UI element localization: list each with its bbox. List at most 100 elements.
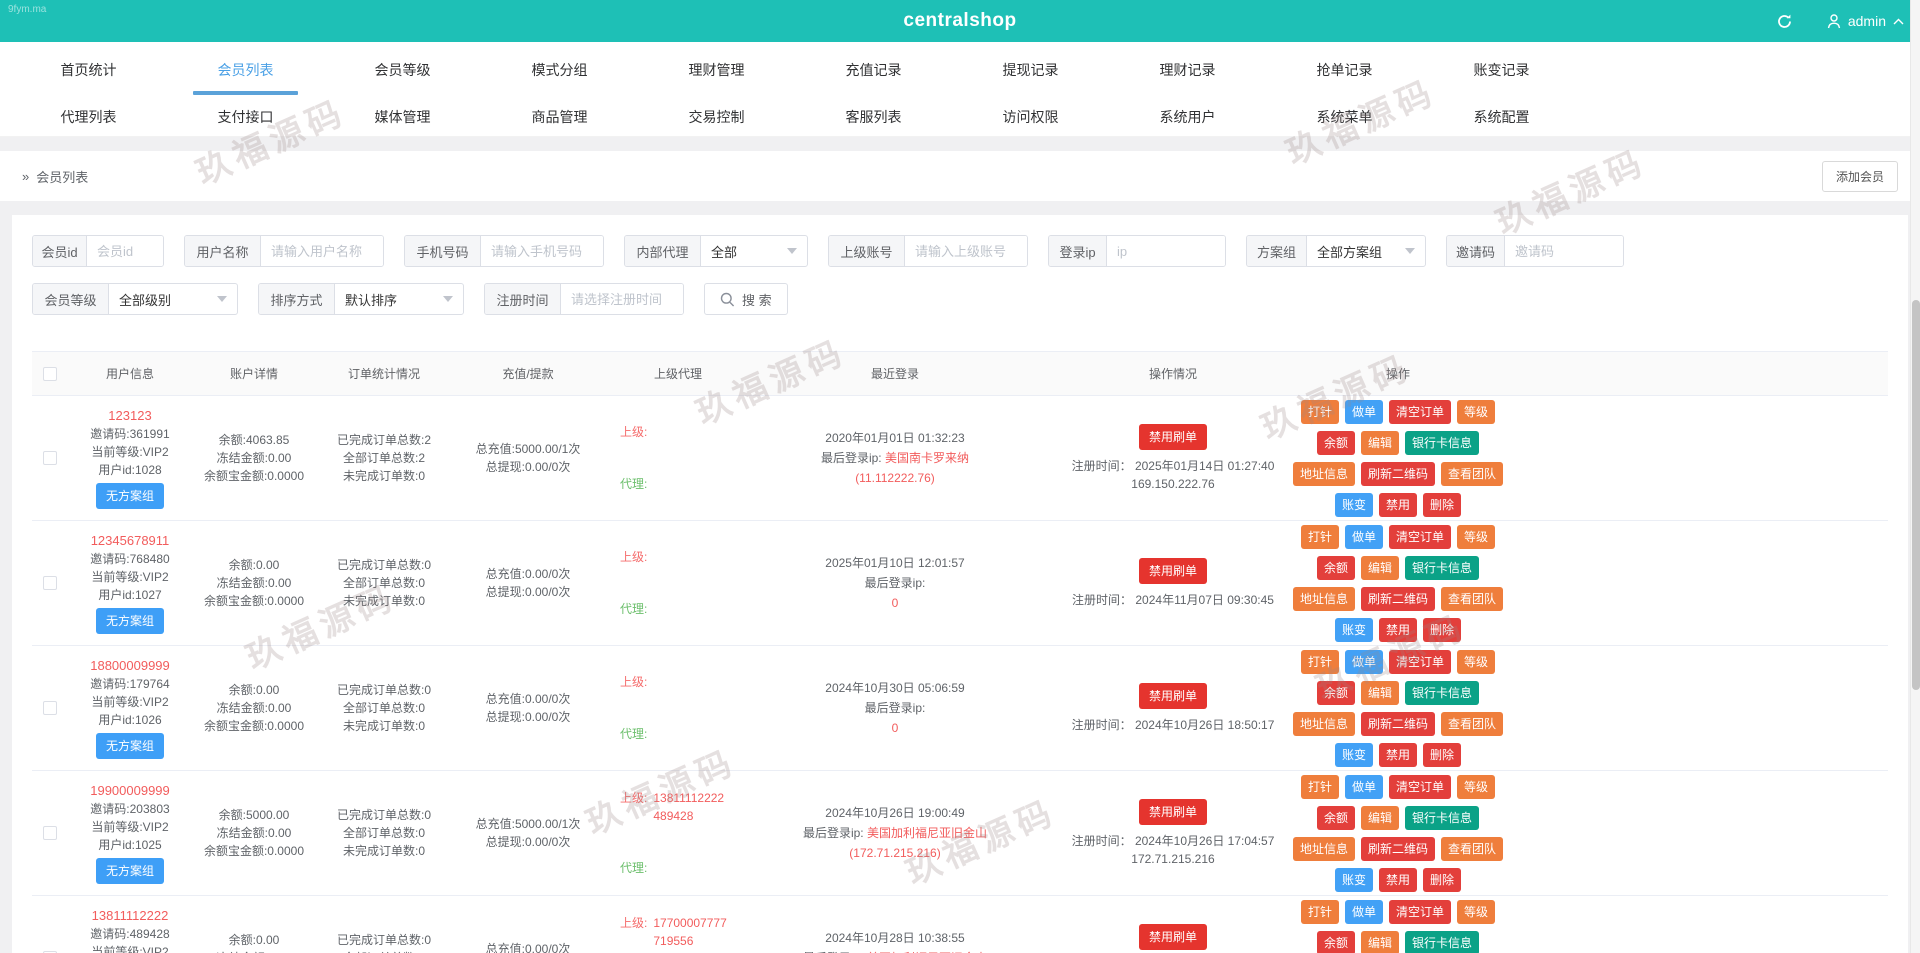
filter-member-level-select[interactable]: 全部级别 <box>109 284 237 314</box>
action-button[interactable]: 删除 <box>1423 617 1462 642</box>
action-button[interactable]: 清空订单 <box>1389 524 1452 549</box>
plan-group-button[interactable]: 无方案组 <box>95 483 164 509</box>
ban-brush-order-button[interactable]: 禁用刷单 <box>1138 557 1207 584</box>
admin-user-menu[interactable]: admin <box>1827 13 1904 29</box>
nav-tab-1-7[interactable]: 系统用户 <box>1109 98 1266 136</box>
filter-plan-group-select[interactable]: 全部方案组 <box>1307 236 1425 266</box>
action-button[interactable]: 做单 <box>1344 899 1383 924</box>
select-all-checkbox[interactable] <box>43 366 57 381</box>
action-button[interactable]: 账变 <box>1334 617 1373 642</box>
filter-login-ip-input[interactable] <box>1107 236 1225 266</box>
action-button[interactable]: 编辑 <box>1360 555 1399 580</box>
row-checkbox[interactable] <box>43 826 57 840</box>
nav-tab-0-7[interactable]: 理财记录 <box>1109 42 1266 98</box>
action-button[interactable]: 地址信息 <box>1292 836 1355 861</box>
filter-sort-order-select[interactable]: 默认排序 <box>335 284 463 314</box>
nav-tab-1-2[interactable]: 媒体管理 <box>324 98 481 136</box>
filter-parent-account-input[interactable] <box>905 236 1027 266</box>
action-button[interactable]: 查看团队 <box>1441 711 1504 736</box>
action-button[interactable]: 编辑 <box>1360 430 1399 455</box>
member-username-link[interactable]: 123123 <box>108 407 151 425</box>
action-button[interactable]: 删除 <box>1423 867 1462 892</box>
action-button[interactable]: 做单 <box>1344 524 1383 549</box>
action-button[interactable]: 银行卡信息 <box>1405 555 1480 580</box>
ban-brush-order-button[interactable]: 禁用刷单 <box>1138 682 1207 709</box>
filter-member-id-input[interactable] <box>87 236 163 266</box>
scrollbar-thumb[interactable] <box>1912 300 1920 690</box>
action-button[interactable]: 余额 <box>1316 555 1355 580</box>
nav-tab-0-5[interactable]: 充值记录 <box>795 42 952 98</box>
nav-tab-0-9[interactable]: 账变记录 <box>1423 42 1580 98</box>
nav-tab-1-3[interactable]: 商品管理 <box>481 98 638 136</box>
row-checkbox[interactable] <box>43 451 57 465</box>
action-button[interactable]: 清空订单 <box>1389 774 1452 799</box>
nav-tab-1-0[interactable]: 代理列表 <box>10 98 167 136</box>
action-button[interactable]: 做单 <box>1344 399 1383 424</box>
row-checkbox[interactable] <box>43 701 57 715</box>
ban-brush-order-button[interactable]: 禁用刷单 <box>1138 423 1207 450</box>
action-button[interactable]: 刷新二维码 <box>1361 461 1436 486</box>
member-username-link[interactable]: 18800009999 <box>90 657 170 675</box>
action-button[interactable]: 余额 <box>1316 680 1355 705</box>
search-button[interactable]: 搜 索 <box>704 283 788 315</box>
action-button[interactable]: 等级 <box>1457 524 1496 549</box>
action-button[interactable]: 清空订单 <box>1389 399 1452 424</box>
action-button[interactable]: 查看团队 <box>1441 461 1504 486</box>
action-button[interactable]: 查看团队 <box>1441 836 1504 861</box>
row-checkbox[interactable] <box>43 576 57 590</box>
action-button[interactable]: 编辑 <box>1360 805 1399 830</box>
member-username-link[interactable]: 12345678911 <box>91 532 170 550</box>
action-button[interactable]: 余额 <box>1316 930 1355 953</box>
nav-tab-0-0[interactable]: 首页统计 <box>10 42 167 98</box>
plan-group-button[interactable]: 无方案组 <box>95 733 164 759</box>
action-button[interactable]: 查看团队 <box>1441 586 1504 611</box>
action-button[interactable]: 清空订单 <box>1389 649 1452 674</box>
action-button[interactable]: 禁用 <box>1378 492 1417 517</box>
action-button[interactable]: 银行卡信息 <box>1405 430 1480 455</box>
action-button[interactable]: 余额 <box>1316 805 1355 830</box>
action-button[interactable]: 禁用 <box>1378 742 1417 767</box>
action-button[interactable]: 打针 <box>1300 899 1339 924</box>
action-button[interactable]: 打针 <box>1300 524 1339 549</box>
action-button[interactable]: 银行卡信息 <box>1405 805 1480 830</box>
action-button[interactable]: 等级 <box>1457 774 1496 799</box>
filter-phone-input[interactable] <box>481 236 603 266</box>
action-button[interactable]: 清空订单 <box>1389 899 1452 924</box>
ban-brush-order-button[interactable]: 禁用刷单 <box>1138 923 1207 950</box>
action-button[interactable]: 刷新二维码 <box>1361 711 1436 736</box>
action-button[interactable]: 做单 <box>1344 774 1383 799</box>
action-button[interactable]: 账变 <box>1334 867 1373 892</box>
nav-tab-1-5[interactable]: 客服列表 <box>795 98 952 136</box>
action-button[interactable]: 禁用 <box>1378 617 1417 642</box>
action-button[interactable]: 删除 <box>1423 492 1462 517</box>
nav-tab-0-3[interactable]: 模式分组 <box>481 42 638 98</box>
member-username-link[interactable]: 13811112222 <box>92 907 169 925</box>
refresh-icon[interactable] <box>1776 13 1793 30</box>
action-button[interactable]: 编辑 <box>1360 930 1399 953</box>
nav-tab-1-1[interactable]: 支付接口 <box>167 98 324 136</box>
filter-internal-agent-select[interactable]: 全部 <box>701 236 807 266</box>
nav-tab-0-6[interactable]: 提现记录 <box>952 42 1109 98</box>
action-button[interactable]: 余额 <box>1316 430 1355 455</box>
filter-invite-code-input[interactable] <box>1505 236 1623 266</box>
action-button[interactable]: 等级 <box>1457 899 1496 924</box>
ban-brush-order-button[interactable]: 禁用刷单 <box>1138 798 1207 825</box>
action-button[interactable]: 等级 <box>1457 649 1496 674</box>
nav-tab-0-1[interactable]: 会员列表 <box>167 42 324 98</box>
plan-group-button[interactable]: 无方案组 <box>95 608 164 634</box>
add-member-button[interactable]: 添加会员 <box>1821 160 1898 192</box>
plan-group-button[interactable]: 无方案组 <box>95 858 164 884</box>
action-button[interactable]: 刷新二维码 <box>1361 836 1436 861</box>
action-button[interactable]: 打针 <box>1300 649 1339 674</box>
nav-tab-1-6[interactable]: 访问权限 <box>952 98 1109 136</box>
nav-tab-1-9[interactable]: 系统配置 <box>1423 98 1580 136</box>
nav-tab-1-8[interactable]: 系统菜单 <box>1266 98 1423 136</box>
action-button[interactable]: 银行卡信息 <box>1405 680 1480 705</box>
action-button[interactable]: 打针 <box>1300 774 1339 799</box>
nav-tab-1-4[interactable]: 交易控制 <box>638 98 795 136</box>
filter-register-time-input[interactable] <box>561 284 683 314</box>
nav-tab-0-8[interactable]: 抢单记录 <box>1266 42 1423 98</box>
action-button[interactable]: 编辑 <box>1360 680 1399 705</box>
vertical-scrollbar[interactable] <box>1910 0 1920 953</box>
action-button[interactable]: 账变 <box>1334 492 1373 517</box>
